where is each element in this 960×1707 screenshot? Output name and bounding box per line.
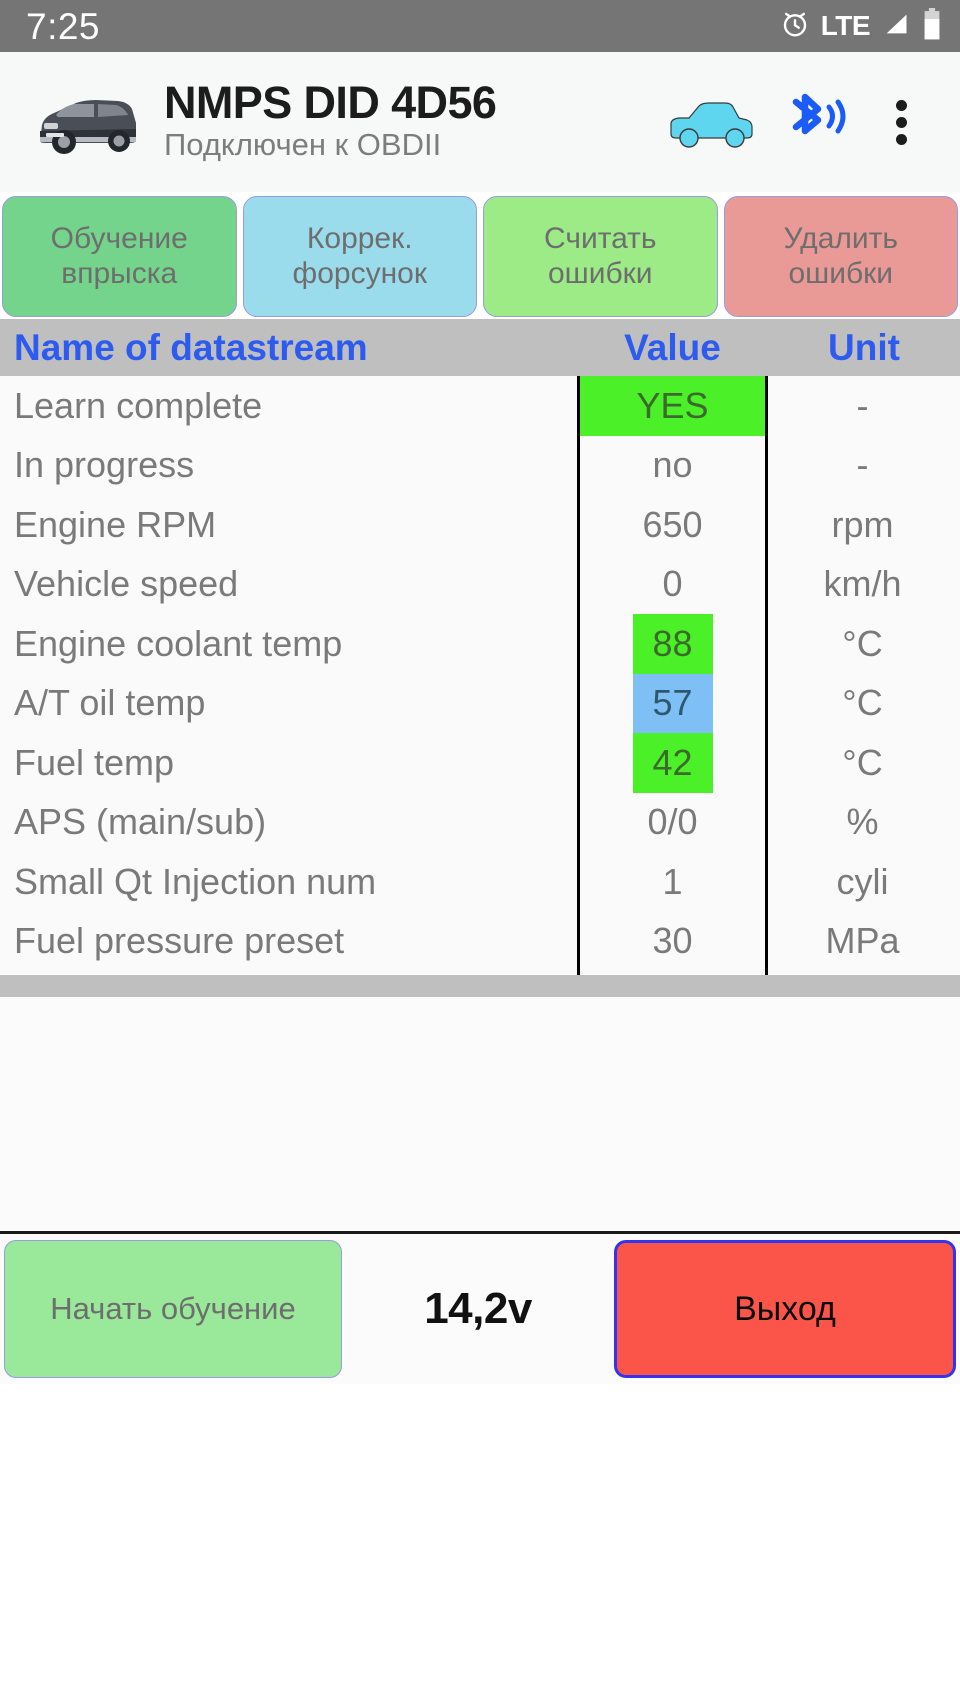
cell-datastream-value: 1 [577,852,768,912]
cell-datastream-name: APS (main/sub) [14,801,267,843]
cell-datastream-unit: °C [842,741,883,783]
cell-datastream-name: Small Qt Injection num [14,860,377,902]
alarm-icon [780,9,810,44]
table-row[interactable]: A/T oil temp 57 °C [0,673,960,733]
cell-datastream-unit: - [856,444,869,486]
status-icon-group: LTE [780,7,942,45]
table-row[interactable]: Small Qt Injection num 1 cyli [0,852,960,912]
column-header-name: Name of datastream [14,326,368,368]
value-text: 0/0 [647,801,698,843]
action-button-row: Обучение впрыска Коррек. форсунок Считать … [0,192,960,319]
status-clock: 7:25 [26,5,101,47]
value-text: 30 [652,920,693,962]
cell-datastream-value: 30 [577,971,768,975]
value-text: no [652,444,693,486]
action-button-2[interactable]: Считать ошибки [483,196,718,317]
table-row[interactable]: Engine coolant temp 88 °C [0,614,960,674]
value-text: 88 [632,614,713,674]
table-row[interactable]: APS (main/sub) 0/0% [0,792,960,852]
cell-datastream-unit: km/h [823,563,902,605]
cell-datastream-name: Fuel temp [14,741,175,783]
start-learning-button[interactable]: Начать обучение [4,1240,342,1378]
cell-datastream-name: Fuel pressure preset [14,920,345,962]
cell-datastream-value: 57 [577,673,768,733]
cell-datastream-unit: rpm [831,503,894,545]
scroll-indicator[interactable] [0,975,960,997]
cell-datastream-name: Engine RPM [14,503,217,545]
value-text: 0 [662,563,683,605]
cell-datastream-value: 42 [577,733,768,793]
menu-dot [895,116,907,128]
status-bar: 7:25 LTE [0,0,960,52]
cell-datastream-value: 0/0 [577,792,768,852]
value-text: 57 [632,673,713,733]
car-status-icon[interactable] [658,94,762,150]
empty-content-area [0,997,960,1234]
cell-datastream-value: no [577,435,768,495]
value-text: 1 [662,860,683,902]
cell-datastream-unit: cyli [836,860,889,902]
cell-datastream-unit: °C [842,682,883,724]
battery-icon [922,7,942,45]
connection-status-text: Подключен к OBDII [164,127,442,163]
datastream-table[interactable]: Learn complete YES - In progress no - Engine R… [0,376,960,975]
menu-dot [895,133,907,145]
voltage-readout: 14,2v [424,1284,532,1333]
network-type-label: LTE [820,10,871,41]
cell-datastream-name: Learn complete [14,384,263,426]
cell-datastream-value: 30 [577,911,768,971]
table-row[interactable]: Vehicle speed 0 km/h [0,554,960,614]
menu-dot [895,99,907,111]
column-header-unit: Unit [828,326,900,368]
table-header-row: Name of datastream Value Unit [0,319,960,376]
action-button-1[interactable]: Коррек. форсунок [242,196,477,317]
table-row[interactable]: Engine RPM 650 rpm [0,495,960,555]
cell-datastream-value: 0 [577,554,768,614]
cell-datastream-name: A/T oil temp [14,682,206,724]
table-row[interactable]: In progress no - [0,435,960,495]
app-title-block: NMPS DID 4D56 Подключен к OBDII [164,80,658,163]
cell-datastream-unit: % [846,801,879,843]
action-button-3[interactable]: Удалить ошибки [723,196,958,317]
exit-button[interactable]: Выход [614,1240,956,1378]
table-row[interactable]: Fuel temp 42 °C [0,733,960,793]
page-title: NMPS DID 4D56 [164,77,497,129]
cell-datastream-name: Engine coolant temp [14,622,343,664]
value-text: YES [580,376,765,436]
cell-datastream-value: 88 [577,614,768,674]
overflow-menu-icon[interactable] [862,94,940,151]
table-row[interactable]: Fuel pressure30MPa [0,971,960,975]
cell-datastream-name: Vehicle speed [14,563,239,605]
cell-datastream-unit: MPa [825,920,900,962]
cell-datastream-unit: °C [842,622,883,664]
bluetooth-connected-icon[interactable] [770,90,862,154]
value-text: 42 [632,733,713,793]
signal-icon [881,10,911,43]
cell-datastream-value: YES [577,376,768,436]
vehicle-thumbnail [22,79,150,165]
table-row[interactable]: Fuel pressure preset 30 MPa [0,911,960,971]
column-header-value: Value [624,326,721,368]
table-row[interactable]: Learn complete YES - [0,376,960,436]
cell-datastream-name: In progress [14,444,195,486]
action-button-0[interactable]: Обучение впрыска [2,196,237,317]
value-text: 650 [642,503,703,545]
bottom-action-bar: Начать обучение 14,2v Выход [0,1234,960,1384]
cell-datastream-unit: - [856,384,869,426]
app-bar: NMPS DID 4D56 Подключен к OBDII [0,52,960,192]
cell-datastream-value: 650 [577,495,768,555]
value-text: 30 [580,971,765,975]
